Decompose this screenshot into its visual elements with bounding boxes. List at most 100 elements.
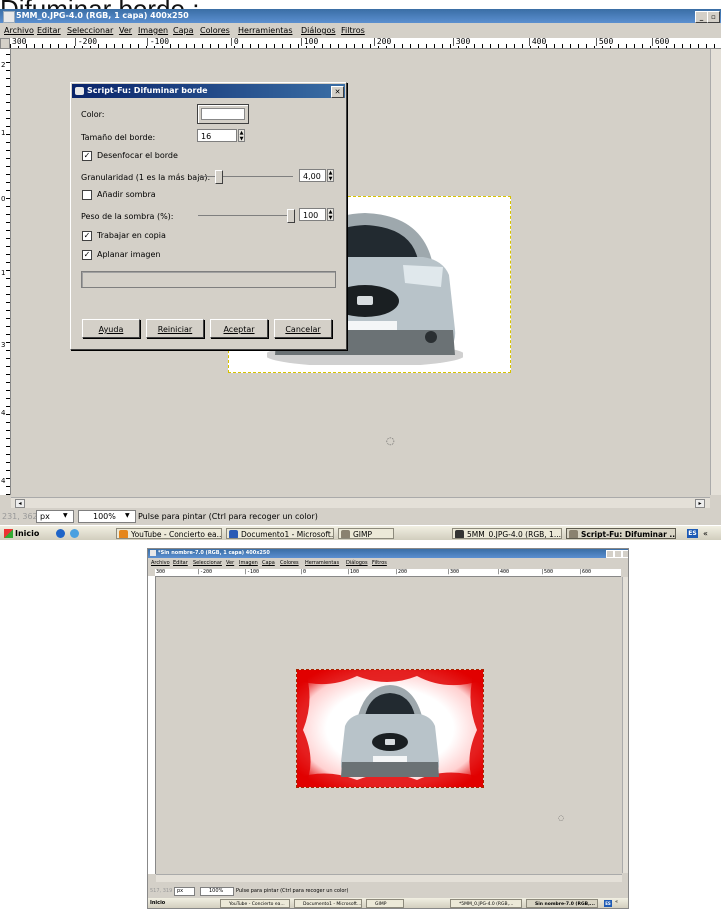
maximize-icon[interactable]: [614, 550, 622, 558]
reset-button[interactable]: Reiniciar: [146, 319, 204, 338]
pointer-coords: 231, 362: [2, 512, 38, 521]
ruler-corner[interactable]: [0, 38, 10, 49]
zoom-select[interactable]: 100% ▼: [78, 510, 136, 523]
horizontal-scrollbar[interactable]: ◂ ▸: [11, 497, 710, 508]
minimize-icon[interactable]: [606, 550, 614, 558]
menu-ver[interactable]: Ver: [119, 26, 132, 35]
taskbar-item-label: Script-Fu: Difuminar ...: [581, 530, 676, 539]
menu-archivo[interactable]: Archivo: [151, 560, 170, 566]
brush-cursor-icon: ◌: [558, 814, 565, 822]
taskbar-item-sin-nombre[interactable]: Sin nombre-7.0 (RGB,...: [526, 899, 598, 908]
menu-seleccionar[interactable]: Seleccionar: [193, 560, 222, 566]
menu-capa[interactable]: Capa: [262, 560, 275, 566]
start-button[interactable]: Inicio: [3, 528, 39, 539]
ruler-label: 0: [1, 195, 6, 203]
taskbar-item-youtube[interactable]: YouTube - Concierto ea...: [220, 899, 290, 908]
taskbar-item-image[interactable]: 5MM_0.JPG-4.0 (RGB, 1...: [452, 528, 562, 539]
maximize-icon[interactable]: ▫: [707, 11, 720, 23]
taskbar-item-image[interactable]: *5MM_0.JPG-4.0 (RGB,...: [450, 899, 522, 908]
border-size-input[interactable]: 16: [197, 129, 237, 142]
shadow-weight-stepper[interactable]: ▲ ▼: [327, 208, 334, 221]
ruler-label: |500: [594, 37, 614, 46]
ok-button[interactable]: Aceptar: [210, 319, 268, 338]
ruler-label: |-100: [145, 37, 170, 46]
menu-dialogos[interactable]: Diálogos: [301, 26, 336, 35]
border-size-stepper[interactable]: ▲ ▼: [238, 129, 245, 142]
taskbar-item-script-fu[interactable]: Script-Fu: Difuminar ...: [566, 528, 676, 539]
scroll-right-icon[interactable]: ▸: [695, 499, 705, 508]
dialog-close-button[interactable]: ✕: [331, 86, 344, 98]
menu-herramientas[interactable]: Herramientas: [305, 560, 339, 566]
granularity-stepper[interactable]: ▲ ▼: [327, 169, 334, 182]
ruler-label: |100: [299, 37, 319, 46]
color-button[interactable]: [197, 104, 249, 124]
shadow-weight-input[interactable]: 100: [299, 208, 326, 221]
vertical-ruler: [148, 576, 156, 874]
taskbar-item-gimp[interactable]: GIMP: [338, 528, 394, 539]
shadow-weight-slider[interactable]: [198, 215, 293, 216]
menu-filtros[interactable]: Filtros: [372, 560, 387, 566]
work-on-copy-checkbox[interactable]: ✓: [82, 231, 92, 241]
work-on-copy-label: Trabajar en copia: [97, 231, 166, 240]
unit-select[interactable]: px: [174, 887, 195, 896]
taskbar-item-label: 5MM_0.JPG-4.0 (RGB, 1...: [467, 530, 561, 539]
ruler-label: |200: [395, 569, 408, 575]
scroll-left-icon[interactable]: ◂: [15, 499, 25, 508]
tray-expand-icon[interactable]: «: [703, 529, 708, 538]
media-icon[interactable]: [70, 529, 79, 538]
add-shadow-checkbox[interactable]: [82, 190, 92, 200]
horizontal-scrollbar[interactable]: [156, 874, 622, 882]
vertical-scrollbar[interactable]: [710, 49, 721, 495]
blur-border-label: Desenfocar el borde: [97, 151, 178, 160]
menu-capa[interactable]: Capa: [173, 26, 193, 35]
image-selection[interactable]: [296, 669, 484, 788]
granularity-slider[interactable]: [198, 176, 293, 177]
taskbar-item-word[interactable]: Documento1 - Microsoft...: [226, 528, 334, 539]
flatten-image-checkbox[interactable]: ✓: [82, 250, 92, 260]
shadow-weight-slider-handle[interactable]: [287, 209, 295, 223]
menu-dialogos[interactable]: Diálogos: [346, 560, 368, 566]
blur-border-checkbox[interactable]: ✓: [82, 151, 92, 161]
menu-editar[interactable]: Editar: [37, 26, 61, 35]
menu-colores[interactable]: Colores: [200, 26, 230, 35]
zoom-select[interactable]: 100%: [200, 887, 234, 896]
menu-seleccionar[interactable]: Seleccionar: [67, 26, 113, 35]
taskbar-item-word[interactable]: Documento1 - Microsoft...: [294, 899, 362, 908]
cancel-button[interactable]: Cancelar: [274, 319, 332, 338]
menu-editar[interactable]: Editar: [173, 560, 188, 566]
language-indicator[interactable]: ES: [604, 900, 612, 907]
ruler-label: |-200: [197, 569, 213, 575]
menu-filtros[interactable]: Filtros: [341, 26, 365, 35]
unit-value: px: [177, 888, 184, 894]
window-title: 5MM_0.JPG-4.0 (RGB, 1 capa) 400x250: [16, 11, 189, 20]
add-shadow-label: Añadir sombra: [97, 190, 156, 199]
shadow-weight-label: Peso de la sombra (%):: [81, 212, 174, 221]
menu-colores[interactable]: Colores: [280, 560, 299, 566]
unit-select[interactable]: px ▼: [36, 510, 74, 523]
granularity-input[interactable]: 4,00: [299, 169, 326, 182]
taskbar-item-gimp[interactable]: GIMP: [366, 899, 404, 908]
menu-imagen[interactable]: Imagen: [239, 560, 258, 566]
dialog-title: Script-Fu: Difuminar borde: [87, 86, 208, 95]
horizontal-ruler: 300 |-200 |-100 |0 |100 |200 |300 |400 |…: [10, 38, 721, 49]
ruler-label: 300: [12, 37, 27, 46]
menu-herramientas[interactable]: Herramientas: [238, 26, 293, 35]
tray-expand-icon[interactable]: «: [615, 899, 618, 905]
close-icon[interactable]: [622, 550, 628, 558]
menu-archivo[interactable]: Archivo: [4, 26, 34, 35]
ruler-label: 1: [1, 129, 6, 137]
progress-bar: [81, 271, 336, 288]
gimp-icon: [341, 530, 350, 538]
taskbar-item-youtube[interactable]: YouTube - Concierto ea...: [116, 528, 222, 539]
ie-icon[interactable]: [56, 529, 65, 538]
help-button[interactable]: Ayuda: [82, 319, 140, 338]
gimp-window-2: *Sin nombre-7.0 (RGB, 1 capa) 400x250 Ar…: [147, 548, 629, 909]
ruler-label: |300: [447, 569, 460, 575]
menu-ver[interactable]: Ver: [226, 560, 234, 566]
granularity-slider-handle[interactable]: [215, 170, 223, 184]
language-indicator[interactable]: ES: [687, 529, 698, 538]
status-bar: 517, 319 px 100% Pulse para pintar (Ctrl…: [148, 886, 628, 896]
vertical-scrollbar[interactable]: [622, 577, 628, 873]
start-button[interactable]: Inicio: [150, 899, 165, 908]
menu-imagen[interactable]: Imagen: [138, 26, 168, 35]
